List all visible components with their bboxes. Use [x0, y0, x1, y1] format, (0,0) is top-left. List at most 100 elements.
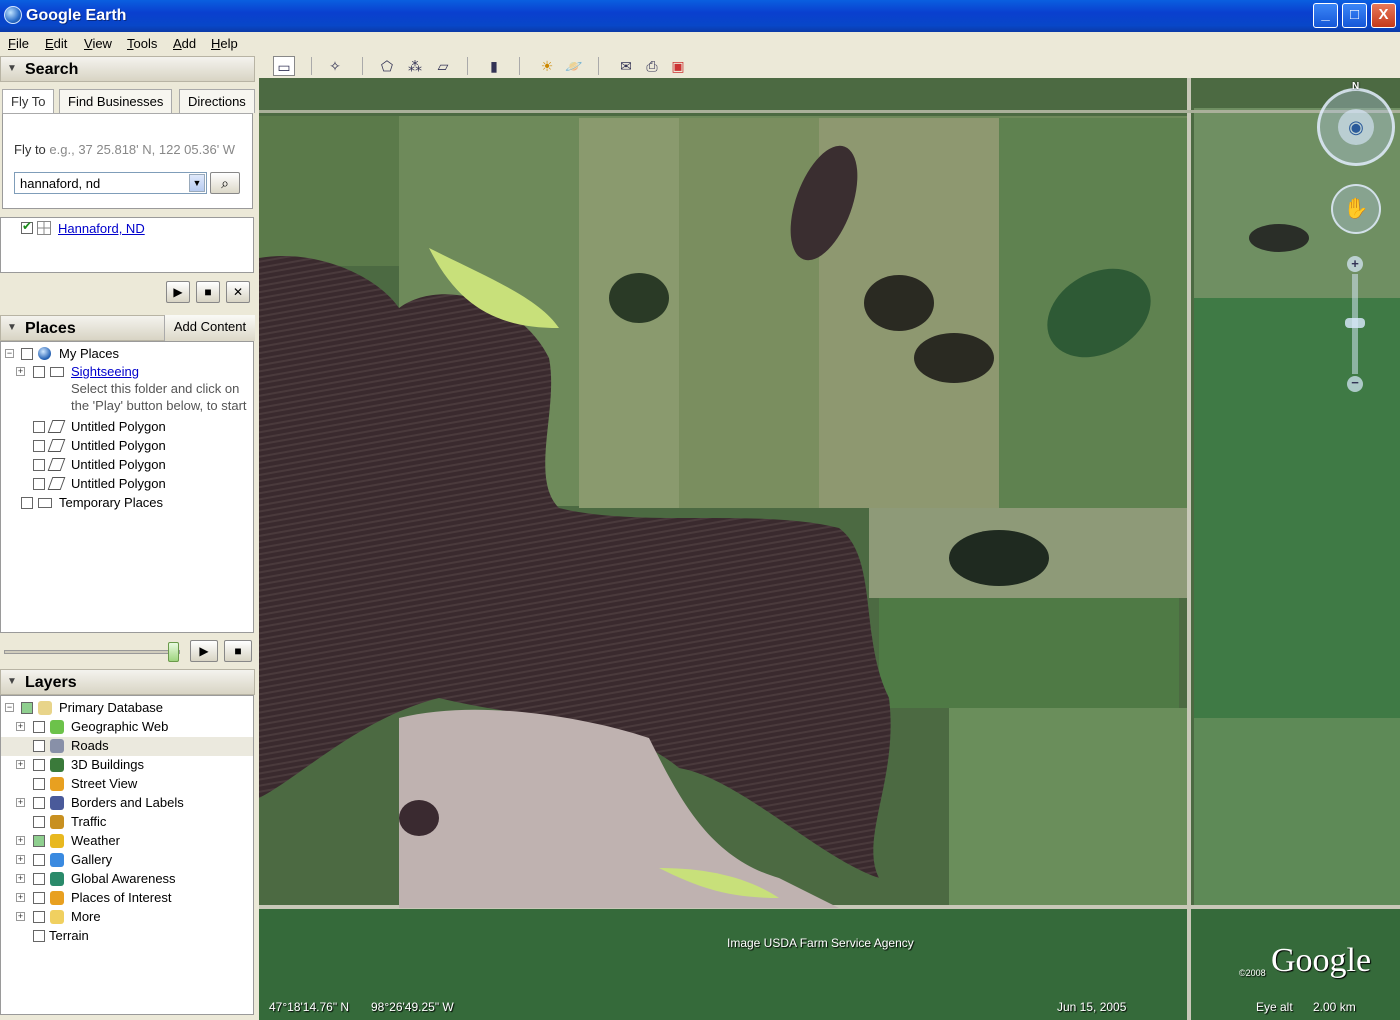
checkbox[interactable]	[33, 835, 45, 847]
list-item[interactable]: Terrain	[1, 927, 253, 946]
menu-view[interactable]: View	[84, 36, 112, 51]
collapse-triangle-icon[interactable]: ▼	[7, 63, 17, 74]
places-header[interactable]: ▼ Places Add Content	[0, 315, 255, 341]
expand-toggle[interactable]: +	[16, 836, 25, 845]
stop-button[interactable]: ■	[196, 281, 220, 303]
add-placemark-button[interactable]: ✧	[324, 56, 346, 76]
checkbox[interactable]	[33, 911, 45, 923]
checkbox[interactable]	[33, 778, 45, 790]
result-checkbox[interactable]	[21, 219, 33, 234]
checkbox[interactable]	[33, 478, 45, 490]
list-item[interactable]: Temporary Places	[1, 494, 251, 513]
expand-toggle[interactable]: +	[16, 874, 25, 883]
checkbox[interactable]	[33, 721, 45, 733]
zoom-in-button[interactable]: +	[1347, 256, 1363, 272]
zoom-slider-handle[interactable]	[1345, 318, 1365, 328]
zoom-out-button[interactable]: −	[1347, 376, 1363, 392]
title-bar[interactable]: Google Earth _ □ X	[0, 0, 1400, 32]
list-item[interactable]: + Gallery	[1, 851, 253, 870]
list-item[interactable]: + Global Awareness	[1, 870, 253, 889]
checkbox[interactable]	[33, 740, 45, 752]
checkbox[interactable]	[33, 797, 45, 809]
result-link[interactable]: Hannaford, ND	[58, 221, 145, 236]
list-item[interactable]: + Weather	[1, 832, 253, 851]
list-item[interactable]: + Geographic Web	[1, 718, 253, 737]
list-item[interactable]: + Borders and Labels	[1, 794, 253, 813]
list-item[interactable]: + Sightseeing	[1, 363, 251, 382]
maximize-button[interactable]: □	[1342, 3, 1367, 28]
checkbox[interactable]	[33, 816, 45, 828]
switch-planet-button[interactable]: 🪐	[563, 56, 585, 76]
stop-tour-button[interactable]: ■	[224, 640, 252, 662]
search-button[interactable]: ⌕	[210, 172, 240, 194]
checkbox[interactable]	[33, 440, 45, 452]
expand-toggle[interactable]: +	[16, 760, 25, 769]
menu-tools[interactable]: Tools	[127, 36, 157, 51]
tab-find-businesses[interactable]: Find Businesses	[59, 89, 173, 113]
expand-toggle[interactable]: +	[16, 722, 25, 731]
checkbox[interactable]	[33, 873, 45, 885]
checkbox[interactable]	[33, 366, 45, 378]
chevron-down-icon[interactable]: ▼	[189, 174, 205, 192]
play-tour-button[interactable]: ▶	[190, 640, 218, 662]
list-item[interactable]: − Primary Database	[1, 699, 253, 718]
checkbox[interactable]	[33, 892, 45, 904]
map-view[interactable]: Image USDA Farm Service Agency ©2008 Goo…	[259, 78, 1400, 1020]
search-input[interactable]: hannaford, nd ▼	[14, 172, 207, 194]
list-item[interactable]: + More	[1, 908, 253, 927]
add-path-button[interactable]: ⁂	[404, 56, 426, 76]
minimize-button[interactable]: _	[1313, 3, 1338, 28]
email-button[interactable]: ✉	[615, 56, 637, 76]
checkbox[interactable]	[33, 930, 45, 942]
add-content-button[interactable]: Add Content	[164, 315, 255, 341]
list-item[interactable]: Traffic	[1, 813, 253, 832]
tour-slider-track[interactable]	[4, 650, 180, 654]
list-item[interactable]: Untitled Polygon	[1, 418, 251, 437]
checkbox[interactable]	[21, 702, 33, 714]
list-item[interactable]: − My Places	[1, 345, 251, 364]
list-item-label[interactable]: Sightseeing	[71, 364, 139, 379]
checkbox[interactable]	[33, 421, 45, 433]
expand-toggle[interactable]: +	[16, 798, 25, 807]
menu-add[interactable]: Add	[173, 36, 196, 51]
close-button[interactable]: X	[1371, 3, 1396, 28]
checkbox[interactable]	[21, 497, 33, 509]
checkbox[interactable]	[33, 759, 45, 771]
list-item[interactable]: Untitled Polygon	[1, 475, 251, 494]
expand-toggle[interactable]: +	[16, 855, 25, 864]
play-button[interactable]: ▶	[166, 281, 190, 303]
checkbox[interactable]	[33, 459, 45, 471]
sidebar-toggle-button[interactable]: ▭	[273, 56, 295, 76]
list-item[interactable]: Untitled Polygon	[1, 437, 251, 456]
expand-toggle[interactable]: −	[5, 703, 14, 712]
collapse-triangle-icon[interactable]: ▼	[7, 322, 17, 333]
sunlight-button[interactable]: ☀	[536, 56, 558, 76]
list-item[interactable]: + Places of Interest	[1, 889, 253, 908]
print-button[interactable]: ⎙	[641, 56, 663, 76]
list-item[interactable]: Roads	[1, 737, 253, 756]
search-header[interactable]: ▼ Search	[0, 56, 255, 82]
menu-edit[interactable]: Edit	[45, 36, 67, 51]
list-item[interactable]: +3D Buildings	[1, 756, 253, 775]
tab-fly-to[interactable]: Fly To	[2, 89, 55, 114]
layers-header[interactable]: ▼ Layers	[0, 669, 255, 695]
add-polygon-button[interactable]: ⬠	[376, 56, 398, 76]
add-overlay-button[interactable]: ▱	[432, 56, 454, 76]
expand-toggle[interactable]: +	[16, 893, 25, 902]
clear-button[interactable]: ✕	[226, 281, 250, 303]
view-in-maps-button[interactable]: ▣	[667, 56, 689, 76]
list-item[interactable]: Untitled Polygon	[1, 456, 251, 475]
tour-slider-handle[interactable]	[168, 642, 179, 662]
north-indicator[interactable]: N	[1352, 81, 1359, 92]
menu-help[interactable]: Help	[211, 36, 238, 51]
ruler-button[interactable]: ▮	[483, 56, 505, 76]
checkbox[interactable]	[21, 348, 33, 360]
move-joystick[interactable]: ✋	[1331, 184, 1381, 234]
checkbox[interactable]	[33, 854, 45, 866]
expand-toggle[interactable]: +	[16, 912, 25, 921]
menu-file[interactable]: File	[8, 36, 29, 51]
collapse-triangle-icon[interactable]: ▼	[7, 676, 17, 687]
look-joystick[interactable]: N ◉	[1317, 81, 1395, 166]
tab-directions[interactable]: Directions	[179, 89, 255, 113]
list-item[interactable]: Street View	[1, 775, 253, 794]
